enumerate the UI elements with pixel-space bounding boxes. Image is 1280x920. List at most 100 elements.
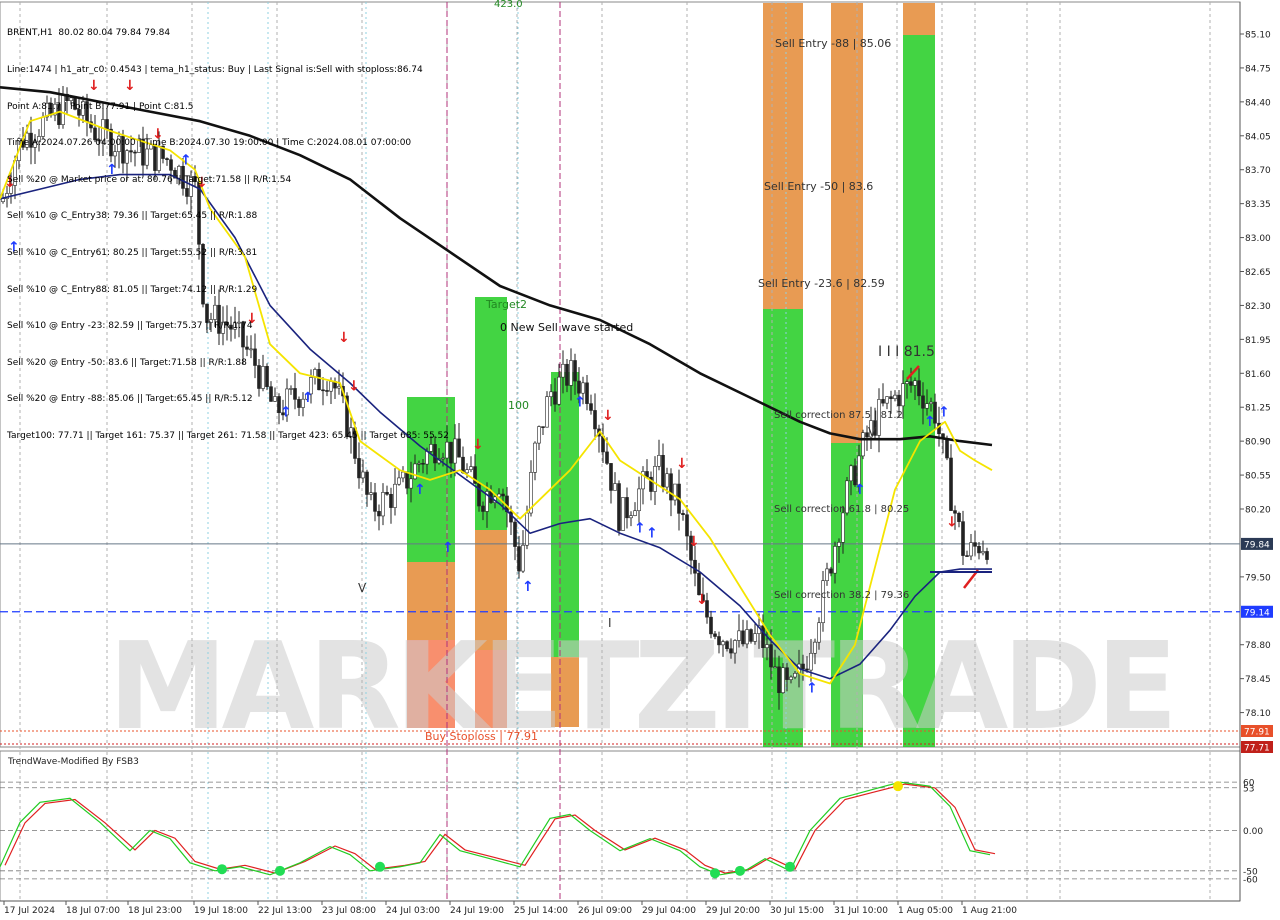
candle-body	[741, 630, 745, 645]
candle-body	[521, 544, 525, 572]
info-line: Sell %10 @ Entry -23: 82.59 || Target:75…	[7, 321, 253, 332]
candle-body	[953, 510, 957, 514]
sell-arrow-icon: ↓	[688, 534, 700, 550]
candle-body	[625, 497, 629, 519]
candle-body	[377, 511, 381, 517]
buy-arrow-icon: ↑	[522, 579, 534, 595]
time-tick-label: 18 Jul 23:00	[128, 906, 182, 916]
price-tick-label: 78.10	[1245, 709, 1271, 719]
target-tag-text: 77.71	[1244, 744, 1270, 754]
candle-body	[721, 641, 725, 646]
candle-body	[945, 438, 949, 459]
osc-buy-dot	[275, 865, 285, 876]
time-tick-label: 31 Jul 10:00	[834, 906, 888, 916]
candle-body	[749, 629, 753, 642]
candle-body	[725, 641, 729, 650]
candle-body	[925, 403, 929, 409]
candle-body	[385, 492, 389, 495]
candle-body	[753, 633, 757, 642]
zone-bar	[903, 3, 935, 35]
candle-body	[661, 455, 665, 488]
osc-level-label: 53	[1243, 784, 1254, 794]
candle-body	[453, 438, 457, 464]
v-mark: V	[358, 581, 367, 595]
time-tick-label: 29 Jul 04:00	[642, 906, 696, 916]
time-tick-label: 1 Aug 05:00	[898, 906, 953, 916]
candle-body	[469, 466, 473, 470]
price-tick-label: 84.05	[1245, 132, 1271, 142]
candle-body	[605, 451, 609, 464]
price-tick-label: 79.50	[1245, 573, 1271, 583]
buy-arrow-icon: ↑	[854, 482, 866, 498]
candle-body	[745, 629, 749, 645]
candle-body	[405, 471, 409, 489]
candle-body	[693, 559, 697, 574]
buy-arrow-icon: ↑	[646, 526, 658, 542]
candle-body	[393, 483, 397, 508]
buy-arrow-icon: ↑	[414, 482, 426, 498]
candle-body	[841, 512, 845, 543]
candle-body	[637, 488, 641, 512]
candle-body	[885, 396, 889, 404]
time-tick-label: 30 Jul 15:00	[770, 906, 824, 916]
sell-arrow-icon: ↓	[602, 408, 614, 424]
candle-body	[977, 546, 981, 554]
candle-body	[369, 492, 373, 495]
candle-body	[809, 652, 813, 671]
candle-body	[949, 457, 953, 511]
candle-body	[413, 463, 417, 480]
candle-body	[373, 492, 377, 512]
info-line: Sell %10 @ C_Entry61: 80.25 || Target:55…	[7, 247, 258, 258]
stoploss-tag-text: 77.91	[1244, 728, 1270, 738]
candle-body	[905, 381, 909, 384]
buy-arrow-icon: ↑	[806, 681, 818, 697]
candle-body	[593, 410, 597, 430]
osc-buy-dot	[710, 868, 720, 879]
price-tick-label: 78.45	[1245, 675, 1271, 685]
sell-arrow-icon: ↓	[472, 437, 484, 453]
candle-body	[861, 432, 865, 457]
candle-body	[893, 394, 897, 399]
candle-body	[553, 391, 557, 405]
info-line: Sell %20 @ Market price or at: 80.76 || …	[7, 174, 292, 185]
price-tick-label: 82.65	[1245, 268, 1271, 278]
candle-body	[681, 513, 685, 516]
candle-body	[813, 641, 817, 654]
candle-body	[729, 648, 733, 654]
info-line: Sell %10 @ C_Entry88: 81.05 || Target:74…	[7, 284, 258, 295]
candle-body	[441, 457, 445, 460]
candle-body	[417, 462, 421, 465]
candle-body	[617, 483, 621, 531]
candle-body	[789, 676, 793, 680]
candle-body	[761, 625, 765, 649]
candle-body	[621, 497, 625, 531]
price-tick-label: 80.20	[1245, 506, 1271, 516]
candle-body	[897, 394, 901, 407]
candle-body	[381, 492, 385, 517]
buy-arrow-icon: ↑	[938, 404, 950, 420]
candle-body	[985, 551, 989, 560]
osc-sell-dot	[893, 781, 903, 792]
candle-body	[541, 426, 545, 428]
candle-body	[565, 363, 569, 386]
price-tick-label: 80.90	[1245, 438, 1271, 448]
candle-body	[421, 462, 425, 465]
candle-body	[501, 493, 505, 497]
candle-body	[733, 640, 737, 654]
candle-body	[957, 512, 961, 522]
sell-entry-88-label: Sell Entry -88 | 85.06	[775, 37, 891, 50]
candle-body	[577, 380, 581, 394]
candle-body	[837, 542, 841, 547]
time-tick-label: 26 Jul 09:00	[578, 906, 632, 916]
candle-body	[981, 551, 985, 554]
osc-buy-dot	[217, 864, 227, 875]
info-line: Time A:2024.07.26 04:00:00 | Time B:2024…	[7, 138, 412, 149]
candle-body	[401, 471, 405, 479]
candle-body	[557, 376, 561, 405]
candle-body	[573, 360, 577, 382]
hundred-label: 100	[508, 399, 529, 412]
candle-body	[449, 441, 453, 464]
i-mark: I	[608, 616, 612, 630]
candle-body	[901, 383, 905, 407]
price-tick-label: 81.95	[1245, 336, 1271, 346]
